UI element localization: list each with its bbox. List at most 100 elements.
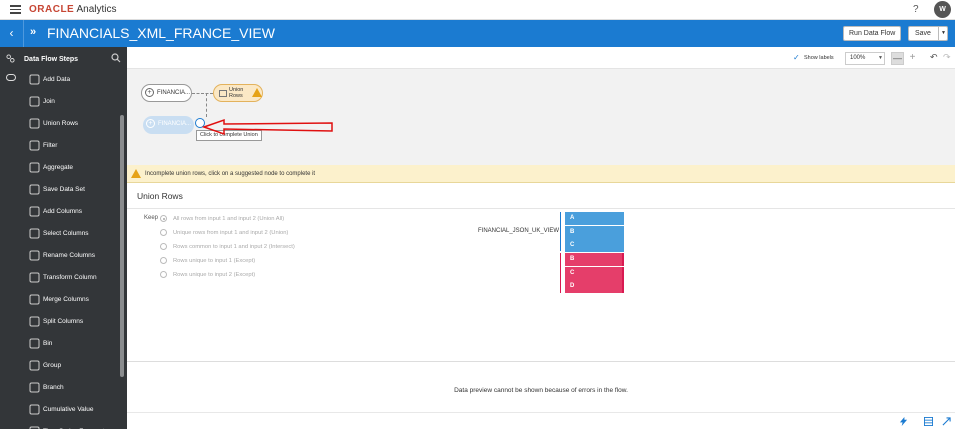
- sidebar-item-label: Aggregate: [43, 164, 73, 171]
- union-rows-icon: [219, 90, 227, 97]
- union-option-radio[interactable]: [160, 215, 167, 222]
- sidebar-item-group[interactable]: Group: [20, 355, 118, 377]
- group-icon: [29, 360, 40, 371]
- zoom-select[interactable]: 100% ▼: [845, 52, 885, 65]
- add-data-icon: +: [145, 88, 154, 97]
- union-option-label[interactable]: Rows common to input 1 and input 2 (Inte…: [173, 244, 295, 250]
- sidebar-item-label: Save Data Set: [43, 186, 85, 193]
- zoom-out-button[interactable]: —: [891, 52, 904, 65]
- input1-column[interactable]: B: [563, 225, 624, 239]
- lightning-icon[interactable]: [899, 417, 908, 426]
- product-name: Analytics: [76, 4, 117, 15]
- input2-column[interactable]: C: [563, 266, 624, 280]
- union-rows-node[interactable]: Union Rows: [213, 84, 263, 102]
- user-avatar[interactable]: W: [934, 1, 951, 18]
- sidebar-item-aggregate[interactable]: Aggregate: [20, 157, 118, 179]
- union-rows-panel: Union Rows Keep All rows from input 1 an…: [127, 183, 955, 361]
- union-option-label[interactable]: Unique rows from input 1 and input 2 (Un…: [173, 230, 288, 236]
- warning-banner: Incomplete union rows, click on a sugges…: [127, 165, 955, 183]
- sidebar-item-merge-columns[interactable]: Merge Columns: [20, 289, 118, 311]
- node-label: FINANCIA...: [158, 121, 192, 127]
- dataset-label: FINANCIAL_JSON_UK_VIEW: [478, 228, 560, 234]
- merge-columns-icon: [29, 294, 40, 305]
- sidebar-item-branch[interactable]: Branch: [20, 377, 118, 399]
- sidebar-item-split-columns[interactable]: Split Columns: [20, 311, 118, 333]
- rename-columns-icon: [29, 250, 40, 261]
- union-option-label[interactable]: Rows unique to input 1 (Except): [173, 258, 255, 264]
- steps-list: Add Data Join Union Rows Filter Aggregate Sav…: [20, 69, 118, 429]
- input-node-financials[interactable]: + FINANCIA...: [141, 84, 192, 102]
- warning-text: Incomplete union rows, click on a sugges…: [145, 171, 316, 177]
- sidebar-item-select-columns[interactable]: Select Columns: [20, 223, 118, 245]
- union-option-radio[interactable]: [160, 243, 167, 250]
- chevron-down-icon: ▼: [878, 55, 883, 61]
- split-columns-icon: [29, 316, 40, 327]
- back-button[interactable]: ‹: [0, 20, 24, 47]
- zoom-value: 100%: [850, 55, 866, 61]
- preview-message: Data preview cannot be shown because of …: [454, 387, 628, 394]
- input2-column[interactable]: D: [563, 280, 624, 293]
- data-flow-steps-tab-icon[interactable]: [6, 74, 16, 81]
- canvas-toolbar: ✓ Show labels 100% ▼ — + ↶ ↷: [127, 47, 955, 69]
- sidebar-item-transform-column[interactable]: Transform Column: [20, 267, 118, 289]
- node-label-line2: Rows: [229, 93, 243, 99]
- union-option-label[interactable]: Rows unique to input 2 (Except): [173, 272, 255, 278]
- expand-icon[interactable]: [942, 417, 951, 426]
- sidebar-item-union-rows[interactable]: Union Rows: [20, 113, 118, 135]
- data-flow-steps-sidebar: Data Flow Steps Add Data Join Union Rows Fi…: [0, 47, 127, 429]
- show-labels-label[interactable]: Show labels: [804, 55, 834, 61]
- sidebar-scrollbar[interactable]: [120, 115, 124, 377]
- sidebar-item-add-data[interactable]: Add Data: [20, 69, 118, 91]
- undo-icon[interactable]: ↶: [930, 52, 938, 63]
- bin-icon: [29, 338, 40, 349]
- connector-line-dashed: [206, 93, 207, 117]
- help-icon[interactable]: ?: [913, 4, 919, 15]
- bottom-toolbar: [127, 412, 955, 429]
- flow-canvas[interactable]: ✓ Show labels 100% ▼ — + ↶ ↷ + FINANCIA.…: [127, 47, 955, 165]
- add-data-icon: +: [146, 119, 155, 128]
- sidebar-item-label: Rename Columns: [43, 252, 96, 259]
- table-icon[interactable]: [924, 417, 933, 426]
- show-labels-checkmark-icon[interactable]: ✓: [793, 53, 800, 62]
- warning-icon: [252, 88, 262, 97]
- union-option-label[interactable]: All rows from input 1 and input 2 (Union…: [173, 216, 284, 222]
- hamburger-menu-icon[interactable]: [10, 5, 21, 14]
- sidebar-item-label: Filter: [43, 142, 58, 149]
- sidebar-item-save-data-set[interactable]: Save Data Set: [20, 179, 118, 201]
- save-button[interactable]: Save ▼: [908, 26, 948, 41]
- data-elements-icon[interactable]: [6, 54, 15, 63]
- sidebar-item-label: Split Columns: [43, 318, 84, 325]
- input1-column[interactable]: A: [563, 212, 624, 225]
- input1-column[interactable]: C: [563, 239, 624, 252]
- sidebar-item-label: Cumulative Value: [43, 406, 94, 413]
- branch-icon: [29, 382, 40, 393]
- sidebar-item-label: Join: [43, 98, 55, 105]
- union-option-radio[interactable]: [160, 271, 167, 278]
- sidebar-title: Data Flow Steps: [24, 56, 79, 63]
- suggested-node-financials[interactable]: + FINANCIA...: [143, 116, 194, 134]
- sidebar-rail: [0, 69, 20, 429]
- run-data-flow-button[interactable]: Run Data Flow: [843, 26, 902, 41]
- redo-icon[interactable]: ↷: [943, 52, 951, 63]
- sidebar-item-cumulative-value[interactable]: Cumulative Value: [20, 399, 118, 421]
- sidebar-item-add-columns[interactable]: Add Columns: [20, 201, 118, 223]
- union-option-radio[interactable]: [160, 229, 167, 236]
- sidebar-item-label: Transform Column: [43, 274, 97, 281]
- zoom-in-button[interactable]: +: [906, 52, 919, 65]
- save-button-label: Save: [915, 30, 931, 37]
- input2-column[interactable]: B: [563, 253, 624, 266]
- sidebar-item-label: Add Columns: [43, 208, 83, 215]
- sidebar-item-time-series[interactable]: Time Series Forecast: [20, 421, 118, 429]
- connector-line: [192, 93, 213, 94]
- search-icon[interactable]: [111, 53, 121, 63]
- node-label: FINANCIA...: [157, 90, 191, 96]
- sidebar-item-join[interactable]: Join: [20, 91, 118, 113]
- union-option-radio[interactable]: [160, 257, 167, 264]
- sidebar-item-bin[interactable]: Bin: [20, 333, 118, 355]
- data-preview-area: Data preview cannot be shown because of …: [127, 361, 955, 412]
- transform-column-icon: [29, 272, 40, 283]
- save-options-chevron-down-icon[interactable]: ▼: [938, 27, 948, 40]
- sidebar-item-filter[interactable]: Filter: [20, 135, 118, 157]
- sidebar-item-rename-columns[interactable]: Rename Columns: [20, 245, 118, 267]
- warning-icon: [131, 169, 141, 178]
